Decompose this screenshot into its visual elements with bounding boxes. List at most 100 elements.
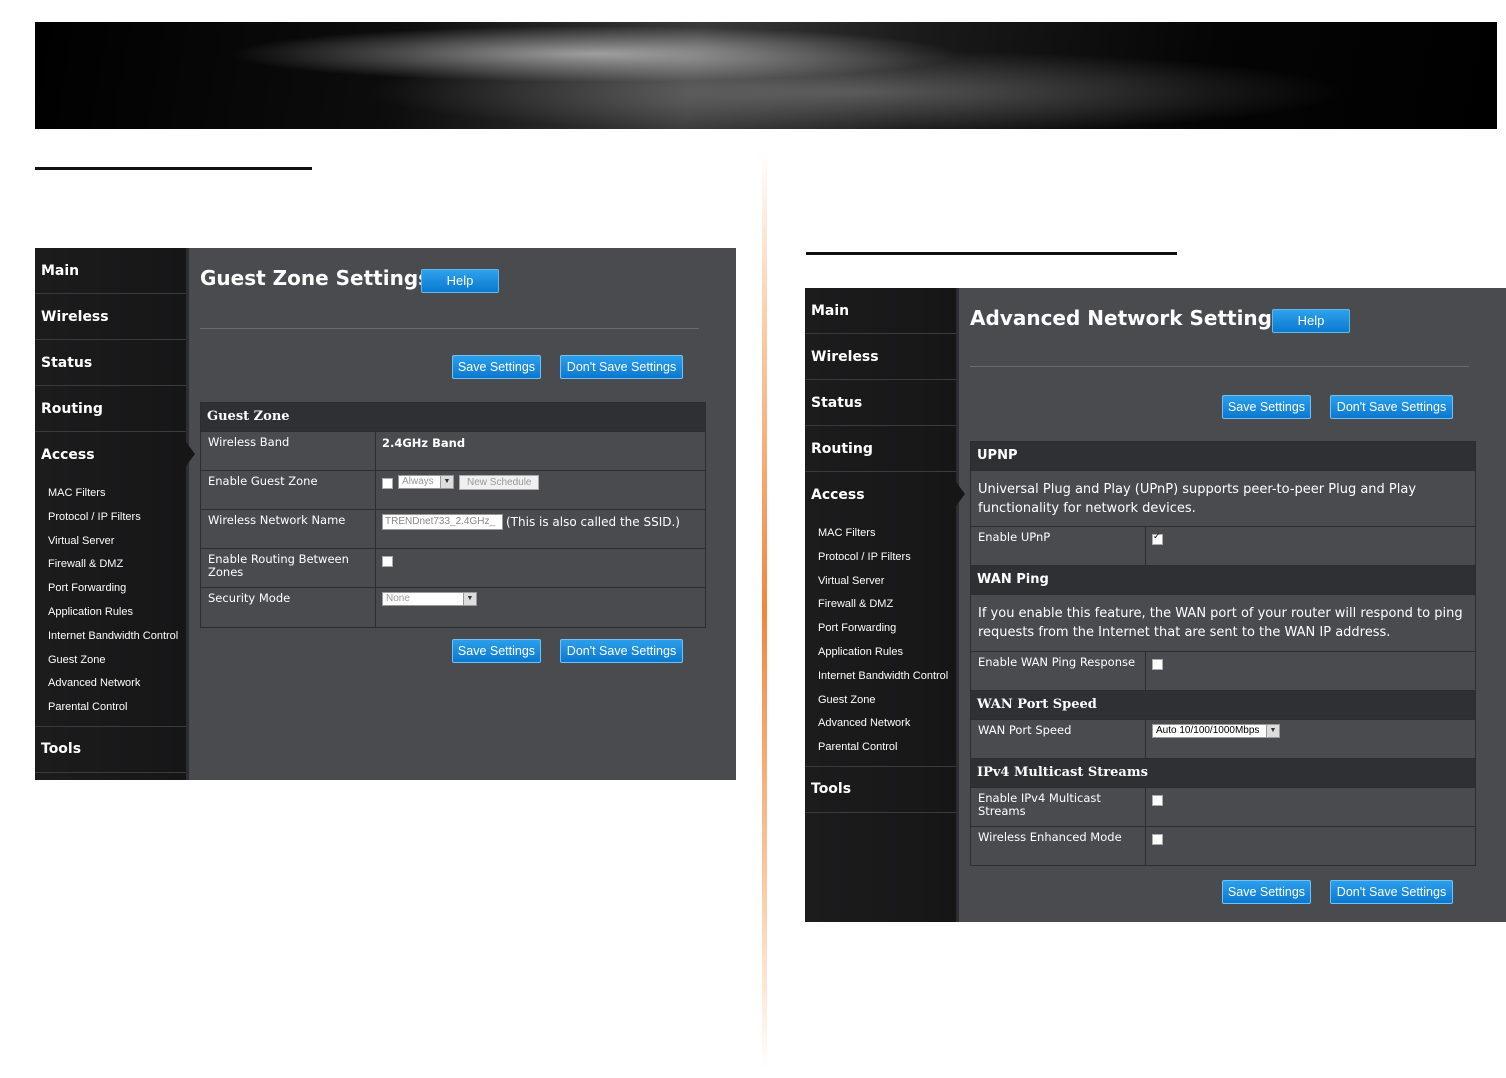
dont-save-settings-button[interactable]: Don't Save Settings bbox=[560, 355, 683, 379]
row-label: Wireless Enhanced Mode bbox=[971, 827, 1146, 865]
subnav-parental-control[interactable]: Parental Control bbox=[818, 736, 956, 760]
row-value: TRENDnet733_2.4GHz_ (This is also called… bbox=[376, 510, 686, 548]
enable-guest-zone-checkbox[interactable] bbox=[382, 478, 393, 489]
row-value bbox=[1146, 652, 1169, 690]
wan-port-speed-header: WAN Port Speed bbox=[971, 691, 1475, 720]
subnav-bandwidth-control[interactable]: Internet Bandwidth Control bbox=[818, 665, 956, 689]
table-row: WAN Port Speed Auto 10/100/1000Mbps ▼ bbox=[971, 720, 1475, 759]
nav-access[interactable]: Access bbox=[805, 472, 965, 518]
table-row: Security Mode None ▼ bbox=[201, 588, 705, 627]
subnav-advanced-network[interactable]: Advanced Network bbox=[48, 672, 186, 696]
wan-ping-header: WAN Ping bbox=[971, 566, 1475, 595]
row-value bbox=[1146, 788, 1169, 826]
nav-status[interactable]: Status bbox=[805, 380, 956, 426]
nav-main[interactable]: Main bbox=[805, 288, 956, 334]
nav-wireless[interactable]: Wireless bbox=[35, 294, 186, 340]
subnav-parental-control[interactable]: Parental Control bbox=[48, 696, 186, 720]
new-schedule-button[interactable]: New Schedule bbox=[459, 475, 540, 490]
header-banner bbox=[35, 22, 1497, 129]
subnav-mac-filters[interactable]: MAC Filters bbox=[48, 482, 186, 506]
row-label: Enable Routing Between Zones bbox=[201, 549, 376, 587]
subnav-port-forwarding[interactable]: Port Forwarding bbox=[818, 617, 956, 641]
table-row: Enable Guest Zone Always ▼ New Schedule bbox=[201, 471, 705, 510]
nav-routing[interactable]: Routing bbox=[805, 426, 956, 472]
advanced-network-table: UPNP Universal Plug and Play (UPnP) supp… bbox=[970, 441, 1476, 866]
page-title: Advanced Network Settings bbox=[970, 306, 1284, 330]
help-button[interactable]: Help bbox=[421, 269, 499, 293]
ssid-note: (This is also called the SSID.) bbox=[506, 515, 680, 529]
subnav-application-rules[interactable]: Application Rules bbox=[818, 641, 956, 665]
security-mode-select[interactable]: None ▼ bbox=[382, 592, 477, 606]
nav-access[interactable]: Access bbox=[35, 432, 195, 478]
dont-save-settings-button-bottom[interactable]: Don't Save Settings bbox=[1330, 880, 1453, 904]
subnav-virtual-server[interactable]: Virtual Server bbox=[818, 570, 956, 594]
page-divider bbox=[762, 150, 767, 1070]
table-row: Enable WAN Ping Response bbox=[971, 652, 1475, 691]
routing-between-zones-checkbox[interactable] bbox=[382, 556, 393, 567]
multicast-streams-checkbox[interactable] bbox=[1152, 795, 1163, 806]
chevron-down-icon: ▼ bbox=[463, 593, 476, 605]
subnav-advanced-network[interactable]: Advanced Network bbox=[818, 712, 956, 736]
row-label: Enable IPv4 Multicast Streams bbox=[971, 788, 1146, 826]
subnav-protocol-ip-filters[interactable]: Protocol / IP Filters bbox=[818, 546, 956, 570]
subnav-guest-zone[interactable]: Guest Zone bbox=[818, 689, 956, 713]
wireless-enhanced-checkbox[interactable] bbox=[1152, 834, 1163, 845]
row-label: Enable WAN Ping Response bbox=[971, 652, 1146, 690]
row-value bbox=[376, 549, 399, 587]
row-label: Security Mode bbox=[201, 588, 376, 627]
select-value: Always bbox=[402, 476, 434, 487]
chevron-down-icon: ▼ bbox=[440, 476, 453, 488]
subnav-port-forwarding[interactable]: Port Forwarding bbox=[48, 577, 186, 601]
save-settings-button[interactable]: Save Settings bbox=[452, 355, 541, 379]
nav-tools[interactable]: Tools bbox=[35, 727, 186, 773]
row-label: Wireless Band bbox=[201, 432, 376, 470]
subnav-mac-filters[interactable]: MAC Filters bbox=[818, 522, 956, 546]
subnav-protocol-ip-filters[interactable]: Protocol / IP Filters bbox=[48, 506, 186, 530]
row-label: WAN Port Speed bbox=[971, 720, 1146, 758]
subnav-bandwidth-control[interactable]: Internet Bandwidth Control bbox=[48, 625, 186, 649]
title-separator bbox=[970, 366, 1469, 367]
save-settings-button-bottom[interactable]: Save Settings bbox=[452, 639, 541, 663]
band-value: 2.4GHz Band bbox=[382, 436, 466, 450]
subnav-firewall-dmz[interactable]: Firewall & DMZ bbox=[48, 553, 186, 577]
dont-save-settings-button-bottom[interactable]: Don't Save Settings bbox=[560, 639, 683, 663]
save-settings-button-bottom[interactable]: Save Settings bbox=[1222, 880, 1311, 904]
table-row: Enable IPv4 Multicast Streams bbox=[971, 788, 1475, 827]
row-label: Enable Guest Zone bbox=[201, 471, 376, 509]
help-button[interactable]: Help bbox=[1272, 309, 1350, 333]
ssid-input[interactable]: TRENDnet733_2.4GHz_ bbox=[382, 514, 503, 530]
right-heading-rule bbox=[806, 252, 1177, 255]
nav-main[interactable]: Main bbox=[35, 248, 186, 294]
page-title: Guest Zone Settings bbox=[200, 266, 431, 290]
guest-zone-screenshot: Main Wireless Status Routing Access MAC … bbox=[35, 248, 736, 780]
wan-port-speed-select[interactable]: Auto 10/100/1000Mbps ▼ bbox=[1152, 724, 1280, 738]
dont-save-settings-button[interactable]: Don't Save Settings bbox=[1330, 395, 1453, 419]
title-separator bbox=[200, 328, 699, 329]
nav-tools[interactable]: Tools bbox=[805, 767, 956, 813]
subnav-virtual-server[interactable]: Virtual Server bbox=[48, 530, 186, 554]
access-submenu: MAC Filters Protocol / IP Filters Virtua… bbox=[35, 478, 186, 727]
left-heading-rule bbox=[35, 167, 312, 170]
row-value bbox=[1146, 827, 1169, 865]
advanced-network-screenshot: Main Wireless Status Routing Access MAC … bbox=[805, 288, 1506, 922]
enable-upnp-checkbox[interactable] bbox=[1152, 532, 1163, 545]
subnav-guest-zone[interactable]: Guest Zone bbox=[48, 649, 186, 673]
subnav-application-rules[interactable]: Application Rules bbox=[48, 601, 186, 625]
upnp-header: UPNP bbox=[971, 442, 1475, 471]
schedule-select[interactable]: Always ▼ bbox=[398, 475, 454, 489]
chevron-down-icon: ▼ bbox=[1266, 725, 1279, 737]
save-settings-button[interactable]: Save Settings bbox=[1222, 395, 1311, 419]
wan-ping-description: If you enable this feature, the WAN port… bbox=[971, 595, 1475, 652]
row-value: None ▼ bbox=[376, 588, 483, 627]
nav-routing[interactable]: Routing bbox=[35, 386, 186, 432]
subnav-firewall-dmz[interactable]: Firewall & DMZ bbox=[818, 593, 956, 617]
guest-zone-table: Guest Zone Wireless Band 2.4GHz Band Ena… bbox=[200, 402, 706, 628]
nav-status[interactable]: Status bbox=[35, 340, 186, 386]
table-header: Guest Zone bbox=[201, 403, 705, 432]
row-value: 2.4GHz Band bbox=[376, 432, 471, 470]
row-value: Auto 10/100/1000Mbps ▼ bbox=[1146, 720, 1286, 758]
row-value bbox=[1146, 527, 1169, 565]
access-submenu: MAC Filters Protocol / IP Filters Virtua… bbox=[805, 518, 956, 767]
wan-ping-checkbox[interactable] bbox=[1152, 659, 1163, 670]
nav-wireless[interactable]: Wireless bbox=[805, 334, 956, 380]
